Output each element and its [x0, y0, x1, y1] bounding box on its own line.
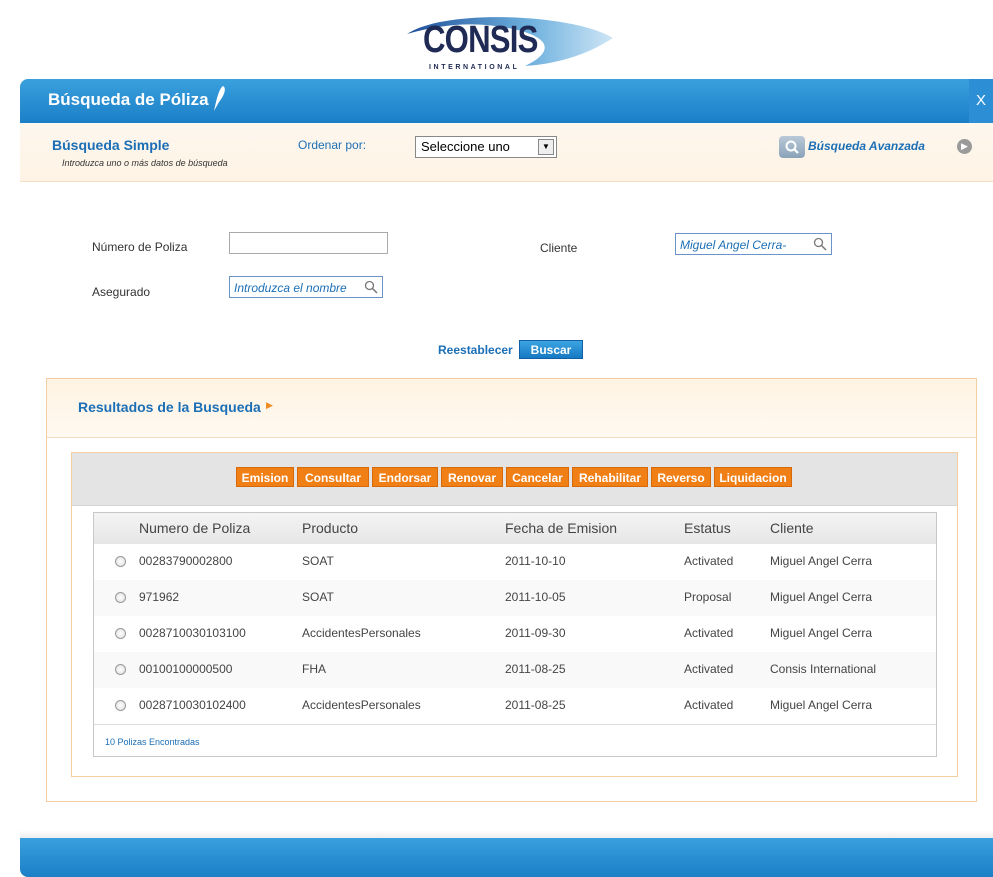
cell-policy-number: 0028710030102400: [139, 698, 246, 712]
search-icon[interactable]: [813, 237, 827, 251]
renovar-button[interactable]: Renovar: [441, 467, 503, 487]
policy-number-input[interactable]: [229, 232, 388, 254]
table-row[interactable]: 00100100000500 FHA 2011-08-25 Activated …: [94, 652, 936, 689]
cell-policy-number: 00100100000500: [139, 662, 233, 676]
column-header[interactable]: Estatus: [684, 520, 731, 536]
simple-search-subtitle: Introduzca uno o más datos de búsqueda: [62, 158, 228, 168]
cell-policy-number: 0028710030103100: [139, 626, 246, 640]
row-radio[interactable]: [115, 700, 126, 711]
cell-issue-date: 2011-08-25: [505, 698, 566, 712]
cell-policy-number: 00283790002800: [139, 554, 233, 568]
order-by-label: Ordenar por:: [298, 138, 367, 152]
column-header[interactable]: Cliente: [770, 520, 814, 536]
logo-wordmark: CONSIS: [423, 19, 538, 61]
cell-policy-number: 971962: [139, 590, 180, 604]
cell-issue-date: 2011-10-05: [505, 590, 566, 604]
insured-input[interactable]: Introduzca el nombre: [229, 276, 383, 298]
cell-status: Proposal: [684, 590, 732, 604]
rehabilitar-button[interactable]: Rehabilitar: [572, 467, 648, 487]
dialog-footer: [20, 838, 993, 877]
arrow-right-icon: ▶: [266, 400, 273, 410]
cell-issue-date: 2011-09-30: [505, 626, 566, 640]
search-options-bar: Búsqueda Simple Introduzca uno o más dat…: [20, 123, 993, 182]
results-header: Resultados de la Busqueda ▶: [47, 379, 976, 438]
cell-product: SOAT: [302, 590, 334, 604]
cell-client: Miguel Angel Cerra: [770, 554, 873, 568]
row-radio[interactable]: [115, 628, 126, 639]
results-table: Numero de Poliza Producto Fecha de Emisi…: [93, 512, 937, 757]
cell-client: Miguel Angel Cerra: [770, 590, 873, 604]
column-header[interactable]: Fecha de Emision: [505, 520, 617, 536]
liquidacion-button[interactable]: Liquidacion: [714, 467, 792, 487]
consultar-button[interactable]: Consultar: [297, 467, 369, 487]
cell-issue-date: 2011-10-10: [505, 554, 566, 568]
results-title: Resultados de la Busqueda: [78, 399, 261, 415]
emision-button[interactable]: Emision: [236, 467, 294, 487]
column-header[interactable]: Numero de Poliza: [139, 520, 250, 536]
client-input[interactable]: Miguel Angel Cerra-: [675, 233, 832, 255]
cell-client: Consis International: [770, 662, 877, 676]
dialog-header: Búsqueda de Póliza X: [20, 79, 993, 123]
search-button[interactable]: Buscar: [519, 340, 583, 359]
logo-tagline: INTERNATIONAL: [429, 64, 520, 71]
search-icon[interactable]: [364, 280, 378, 294]
client-value: Miguel Angel Cerra-: [680, 238, 787, 252]
column-header[interactable]: Producto: [302, 520, 358, 536]
cell-product: AccidentesPersonales: [302, 698, 421, 712]
cell-product: SOAT: [302, 554, 334, 568]
arrow-right-icon[interactable]: ▶: [957, 139, 972, 154]
cell-status: Activated: [684, 662, 734, 676]
cancelar-button[interactable]: Cancelar: [506, 467, 569, 487]
reverso-button[interactable]: Reverso: [651, 467, 711, 487]
results-container: Emision Consultar Endorsar Renovar Cance…: [71, 452, 958, 777]
chevron-down-icon[interactable]: ▼: [538, 139, 554, 155]
close-button[interactable]: X: [969, 79, 993, 123]
order-by-select[interactable]: Seleccione uno ▼: [415, 136, 557, 158]
table-row[interactable]: 0028710030102400 AccidentesPersonales 20…: [94, 688, 936, 725]
cell-product: FHA: [302, 662, 326, 676]
results-count: 10 Polizas Encontradas: [105, 737, 200, 747]
cell-status: Activated: [684, 698, 734, 712]
actions-toolbar: Emision Consultar Endorsar Renovar Cance…: [72, 453, 957, 506]
table-row[interactable]: 971962 SOAT 2011-10-05 Proposal Miguel A…: [94, 580, 936, 617]
insured-label: Asegurado: [92, 285, 151, 299]
advanced-search-link[interactable]: Búsqueda Avanzada: [808, 139, 925, 153]
consis-logo: CONSIS INTERNATIONAL: [405, 12, 615, 82]
row-radio[interactable]: [115, 556, 126, 567]
cell-product: AccidentesPersonales: [302, 626, 421, 640]
row-radio[interactable]: [115, 664, 126, 675]
client-label: Cliente: [540, 241, 578, 255]
insured-placeholder: Introduzca el nombre: [234, 281, 347, 295]
feather-icon: [214, 86, 225, 111]
cell-issue-date: 2011-08-25: [505, 662, 566, 676]
cell-status: Activated: [684, 626, 734, 640]
results-panel: Resultados de la Busqueda ▶ Emision Cons…: [46, 378, 977, 802]
page-title: Búsqueda de Póliza: [48, 90, 209, 109]
endorsar-button[interactable]: Endorsar: [372, 467, 438, 487]
table-row[interactable]: 00283790002800 SOAT 2011-10-10 Activated…: [94, 544, 936, 581]
cell-client: Miguel Angel Cerra: [770, 626, 873, 640]
reset-button[interactable]: Reestablecer: [438, 343, 513, 357]
simple-search-title: Búsqueda Simple: [52, 137, 170, 153]
row-radio[interactable]: [115, 592, 126, 603]
cell-client: Miguel Angel Cerra: [770, 698, 873, 712]
policy-number-label: Número de Poliza: [92, 240, 188, 254]
cell-status: Activated: [684, 554, 734, 568]
advanced-search-icon[interactable]: [779, 136, 805, 158]
table-row[interactable]: 0028710030103100 AccidentesPersonales 20…: [94, 616, 936, 653]
order-by-value: Seleccione uno: [421, 139, 510, 154]
table-header: Numero de Poliza Producto Fecha de Emisi…: [94, 513, 936, 545]
